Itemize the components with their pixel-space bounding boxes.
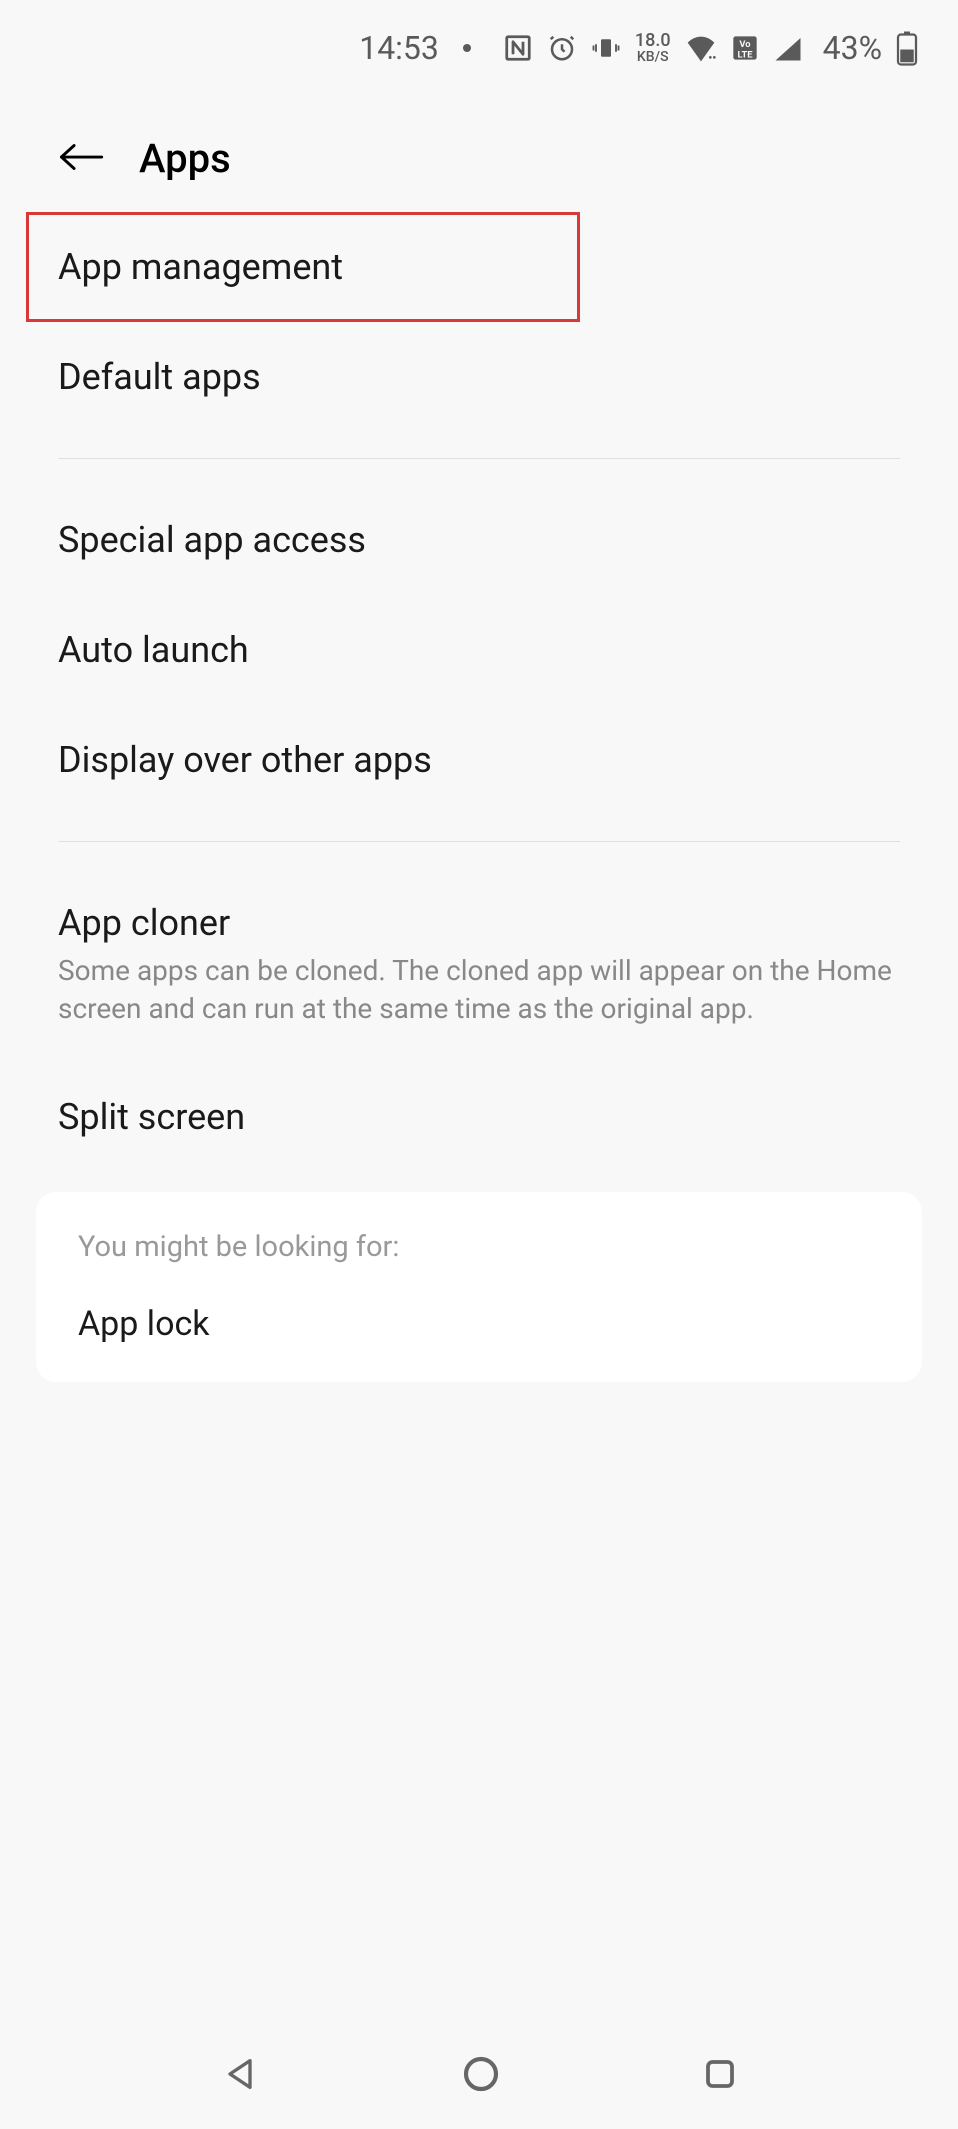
suggestion-card: You might be looking for: App lock — [36, 1192, 922, 1382]
alarm-icon — [547, 33, 577, 63]
battery-percent: 43% — [823, 29, 882, 67]
list-item-label: Split screen — [58, 1096, 900, 1138]
status-bar: 14:53 18.0 KB/S — [0, 0, 958, 95]
list-item-label: Special app access — [58, 519, 900, 561]
header: Apps — [0, 95, 958, 212]
list-item-split-screen[interactable]: Split screen — [58, 1062, 900, 1172]
list-item-default-apps[interactable]: Default apps — [58, 322, 900, 432]
list-item-label: Auto launch — [58, 629, 900, 671]
nfc-icon — [503, 33, 533, 63]
status-time: 14:53 — [359, 29, 439, 67]
status-dot-icon — [463, 44, 471, 52]
divider — [58, 458, 900, 459]
highlight-box — [26, 212, 580, 322]
list-item-label: Default apps — [58, 356, 900, 398]
vibrate-icon — [591, 33, 621, 63]
list-item-label: Display over other apps — [58, 739, 900, 781]
page-title: Apps — [139, 135, 231, 182]
nav-recent-icon[interactable] — [702, 2056, 738, 2092]
list-item-app-management[interactable]: App management — [58, 212, 900, 322]
divider — [58, 841, 900, 842]
list-item-auto-launch[interactable]: Auto launch — [58, 595, 900, 705]
svg-text:Vo: Vo — [739, 38, 750, 49]
signal-icon — [773, 34, 803, 62]
list-item-display-over-apps[interactable]: Display over other apps — [58, 705, 900, 815]
svg-text:LTE: LTE — [737, 49, 753, 60]
list-item-label: App cloner — [58, 902, 900, 944]
wifi-icon — [685, 34, 717, 62]
network-speed: 18.0 KB/S — [635, 32, 671, 64]
suggestion-item-app-lock[interactable]: App lock — [78, 1304, 880, 1344]
list-item-description: Some apps can be cloned. The cloned app … — [58, 952, 900, 1028]
nav-home-icon[interactable] — [461, 2054, 501, 2094]
suggestion-label: You might be looking for: — [78, 1230, 880, 1264]
back-arrow-icon[interactable] — [58, 139, 104, 179]
list-item-app-cloner[interactable]: App cloner Some apps can be cloned. The … — [58, 868, 900, 1062]
list-item-special-app-access[interactable]: Special app access — [58, 485, 900, 595]
battery-icon — [896, 30, 918, 66]
nav-bar — [0, 2019, 958, 2129]
nav-back-icon[interactable] — [220, 2054, 260, 2094]
volte-icon: Vo LTE — [731, 34, 759, 62]
